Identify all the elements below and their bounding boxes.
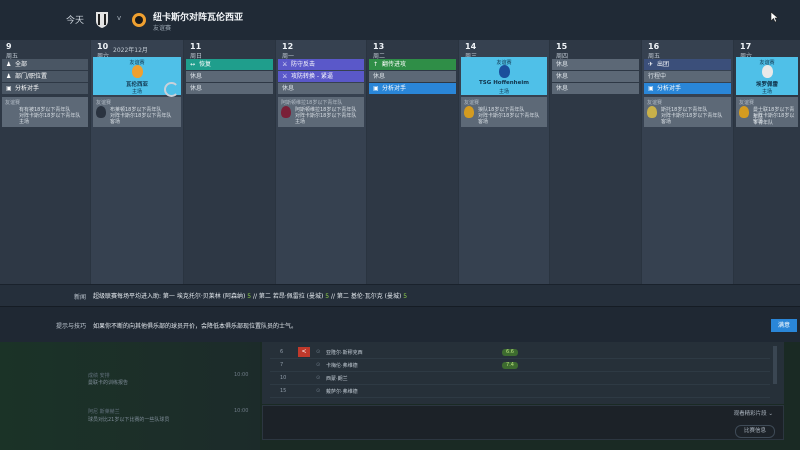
position-icon: ⊙ [316,362,321,368]
position-icon: ⊙ [316,349,321,355]
match-type: 友谊赛 [153,25,172,32]
training-session[interactable]: 休息 [278,83,364,94]
day-number: 16 [648,42,660,51]
today-label[interactable]: 今天 [66,13,84,26]
highlights-panel: 观看精彩片段 ⌄ 比赛信息 [262,405,784,440]
travel-event[interactable]: 行程中 [644,71,731,82]
match-card[interactable]: 友谊赛 埃罗佩雷 主场 [736,57,798,95]
valencia-crest-icon [132,13,146,27]
day-number: 17 [740,42,752,51]
fixture-note[interactable]: 友谊赛 有有被18岁以下青年队 对阵卡斯尔18岁以下青年队 主场 [2,97,88,127]
inbox-list: 成绩 安排 曼联卡的训练报告 10:00 阿尼 斯莱赫兰 球员对比21岁以下比赛… [0,342,260,450]
day-column-17[interactable]: 17 周六 友谊赛 埃罗佩雷 主场 友谊赛 曼士联18岁以下青年队 对阵卡斯尔1… [734,40,800,284]
table-row[interactable]: 15 ⊙ 戴萨尔·弗维德 [270,386,770,398]
tips-bar: 提示与技巧 如果你不断的向其他俱乐部的球员开价，会降低本俱乐部现位置队员的士气。… [0,306,800,343]
training-session[interactable]: 休息 [552,71,639,82]
club-badge-icon [647,106,657,118]
day-number: 13 [373,42,385,51]
day-column-15[interactable]: 15 周四 休息 休息 休息 [550,40,642,284]
tactics-icon: ⚔ [282,73,288,80]
day-column-13[interactable]: 13 周二 ↑ 翻传进攻 休息 ▣ 分析对手 [367,40,459,284]
clipboard-icon: ▣ [6,85,12,92]
training-session[interactable]: ↔ 恢复 [186,59,273,70]
filter-department[interactable]: ♟ 部门/职位置 [2,71,88,82]
club-badge-icon [281,106,291,118]
club-badge-icon [739,106,749,118]
day-number: 9 [6,42,12,51]
training-session[interactable]: ▣ 分析对手 [644,83,731,94]
club-badge-icon [132,65,143,78]
fixture-note[interactable]: 阿斯顿维拉18岁以下青年队 阿斯顿维拉18岁以下青年队 对阵卡斯尔18岁以下青年… [278,97,364,127]
clipboard-icon: ▣ [648,85,654,92]
match-info-button[interactable]: 比赛信息 [735,425,775,438]
day-column-11[interactable]: 11 周日 ↔ 恢复 休息 休息 [184,40,276,284]
schedule-calendar: 9 周五 ♟ 全部 ♟ 部门/职位置 ▣ 分析对手 友谊赛 有有被18岁以下青年队 对… [0,40,800,284]
day-column-14[interactable]: 14 周三 友谊赛 TSG Hoffenheim 主场 友谊赛 狼队18岁以下青… [459,40,550,284]
training-session[interactable]: 休息 [552,83,639,94]
day-column-12[interactable]: 12 周一 ⚔ 防守反击 ⚔ 攻防转换 - 紧逼 休息 阿斯顿维拉18岁以下青年队 … [276,40,367,284]
vs-label: v [117,14,122,22]
club-badge-icon [499,65,510,78]
day-number: 15 [556,42,568,51]
club-badge-icon [464,106,474,118]
day-column-10[interactable]: 10 周六 2022年12月 友谊赛 瓦伦西亚 主场 友谊赛 布莱顿18岁以下青… [91,40,184,284]
attack-icon: ↑ [373,61,379,68]
match-title: 纽卡斯尔对阵瓦伦西亚 [153,13,244,23]
training-session[interactable]: ⚔ 攻防转换 - 紧逼 [278,71,364,82]
mouse-cursor-icon [770,11,779,23]
warning-flag-icon: < [298,347,310,357]
team-icon: ♟ [6,73,12,80]
day-number: 11 [190,42,202,51]
fixture-note[interactable]: 友谊赛 斯托18岁以下青年队 对阵卡斯尔18岁以下青年队 客场 [644,97,731,127]
day-number: 14 [465,42,477,51]
fixture-note[interactable]: 友谊赛 狼队18岁以下青年队 对阵卡斯尔18岁以下青年队 客场 [461,97,547,127]
person-icon: ♟ [6,61,12,68]
training-session[interactable]: 休息 [186,71,273,82]
day-number: 10 [97,42,109,51]
dismiss-tip-button[interactable]: 满意 [771,319,797,332]
table-row[interactable]: 10 ⊙ 西蒙·朗兰 [270,373,770,385]
match-card[interactable]: 友谊赛 TSG Hoffenheim 主场 [461,57,547,95]
day-column-16[interactable]: 16 周五 ✈ 出团 行程中 ▣ 分析对手 友谊赛 斯托18岁以下青年队 对阵卡斯尔… [642,40,734,284]
month-label: 2022年12月 [113,47,148,54]
training-session[interactable]: ⚔ 防守反击 [278,59,364,70]
fixture-note[interactable]: 友谊赛 布莱顿18岁以下青年队 对阵卡斯尔18岁以下青年队 客场 [93,97,181,127]
squad-list: 6 < ⊙ 亚隆尔·斯穆克西 6.6 7 ⊙ 卡梅伦·弗维德 7.4 10 ⊙ 西蒙·朗兰 15 ⊙… [262,342,784,404]
training-session[interactable]: ↑ 翻传进攻 [369,59,456,70]
day-column-9[interactable]: 9 周五 ♟ 全部 ♟ 部门/职位置 ▣ 分析对手 友谊赛 有有被18岁以下青年队 对… [0,40,91,284]
scrollbar[interactable] [773,346,777,384]
day-number: 12 [282,42,294,51]
training-session[interactable]: 休息 [369,71,456,82]
position-icon: ⊙ [316,388,321,394]
position-icon: ⊙ [316,375,321,381]
travel-event[interactable]: ✈ 出团 [644,59,731,70]
filter-all[interactable]: ♟ 全部 [2,59,88,70]
training-session[interactable]: ▣ 分析对手 [369,83,456,94]
training-session[interactable]: 休息 [552,59,639,70]
newcastle-crest-icon [96,12,108,28]
plane-icon: ✈ [648,61,654,68]
clipboard-icon: ▣ [373,85,379,92]
loading-spinner-icon [164,82,179,97]
tactics-icon: ⚔ [282,61,288,68]
filter-analyze[interactable]: ▣ 分析对手 [2,83,88,94]
match-header: 今天 v 纽卡斯尔对阵瓦伦西亚 友谊赛 [0,0,800,41]
news-ticker[interactable]: 新闻 超级联赛每场平均进入助: 第一 埃克托尔·贝莱林 (阿森纳) 5 // 第… [0,284,800,307]
recovery-icon: ↔ [190,61,196,68]
news-text: 超级联赛每场平均进入助: 第一 埃克托尔·贝莱林 (阿森纳) 5 // 第二 若… [93,293,408,300]
news-label: 新闻 [74,294,87,301]
table-row[interactable]: 6 < ⊙ 亚隆尔·斯穆克西 6.6 [270,347,770,359]
table-row[interactable]: 7 ⊙ 卡梅伦·弗维德 7.4 [270,360,770,372]
tips-text: 如果你不断的向其他俱乐部的球员开价，会降低本俱乐部现位置队员的士气。 [93,323,298,330]
highlights-dropdown[interactable]: 观看精彩片段 ⌄ [734,409,773,417]
fixture-note[interactable]: 友谊赛 曼士联18岁以下青年队 对阵卡斯尔18岁以下青年队 客场 [736,97,798,127]
club-badge-icon [762,65,773,78]
training-session[interactable]: 休息 [186,83,273,94]
tips-label: 提示与技巧 [56,323,87,330]
club-badge-icon [96,106,106,118]
